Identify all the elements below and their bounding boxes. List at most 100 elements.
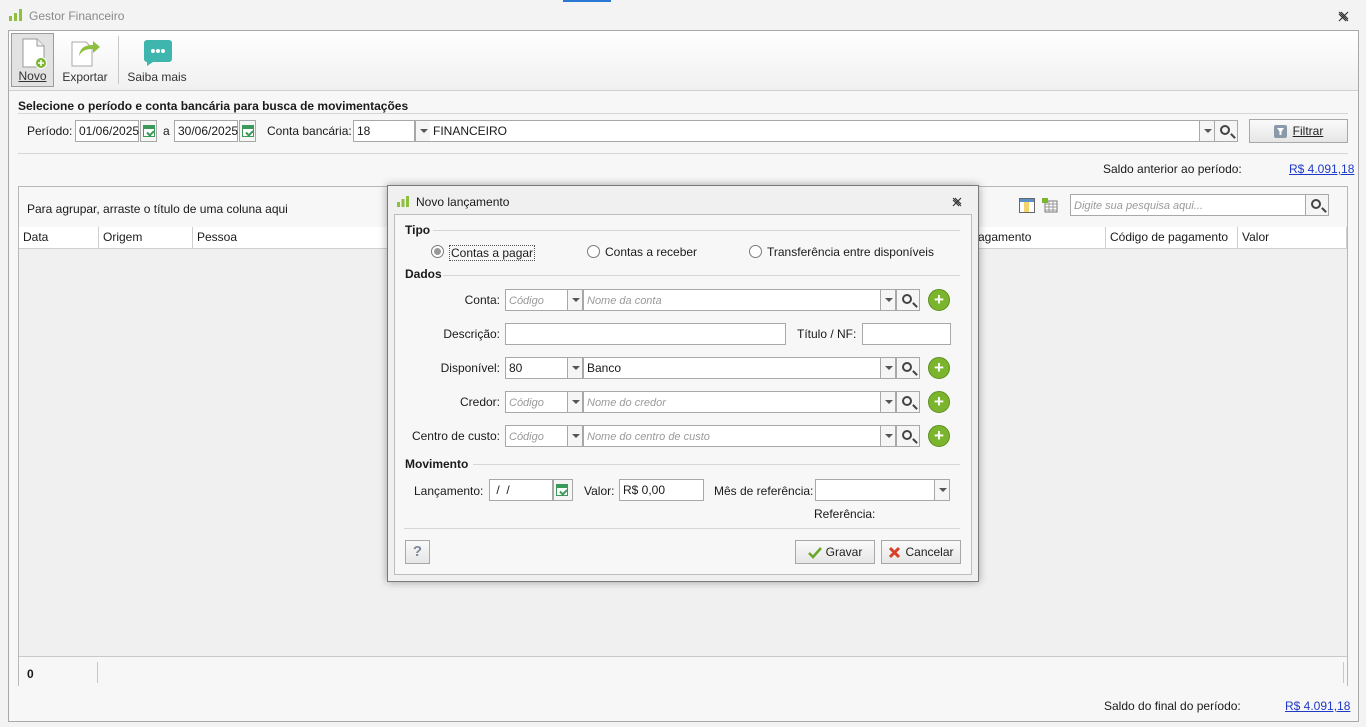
disponivel-add-button[interactable]: +	[928, 357, 950, 379]
novo-button[interactable]: Novo	[11, 33, 54, 87]
disponivel-codigo-dropdown[interactable]	[567, 357, 583, 379]
calendar-icon	[242, 125, 254, 137]
lancamento-date-input[interactable]: / /	[489, 479, 553, 501]
exportar-button[interactable]: Exportar	[60, 33, 110, 87]
centro-codigo-input[interactable]: Código	[505, 425, 568, 447]
dialog-title: Novo lançamento	[416, 195, 510, 209]
conta-search-button[interactable]	[1214, 120, 1238, 142]
search-icon	[902, 294, 912, 304]
credor-add-button[interactable]: +	[928, 391, 950, 413]
grid-search-input[interactable]: Digite sua pesquisa aqui...	[1070, 194, 1306, 216]
conta-add-button[interactable]: +	[928, 289, 950, 311]
credor-codigo-input[interactable]: Código	[505, 391, 568, 413]
active-tab-accent	[563, 0, 611, 2]
grid-layout-icon[interactable]	[1042, 198, 1058, 213]
filtrar-button[interactable]: Filtrar	[1249, 119, 1348, 143]
conta-code-input[interactable]: 18	[353, 120, 415, 142]
codigo-placeholder: Código	[509, 431, 544, 443]
date-to-calendar-button[interactable]	[239, 120, 256, 142]
conta-search-button[interactable]	[896, 289, 920, 311]
dados-section-title: Dados	[405, 267, 442, 281]
grid-footer	[19, 656, 1347, 686]
radio-transferencia-label[interactable]: Transferência entre disponíveis	[767, 245, 934, 259]
conta-name-dropdown[interactable]	[1199, 120, 1215, 142]
saldo-final-value[interactable]: R$ 4.091,18	[1285, 699, 1350, 713]
credor-nome-dropdown[interactable]	[880, 391, 896, 413]
export-icon	[71, 41, 100, 67]
cancelar-button[interactable]: Cancelar	[881, 540, 961, 564]
column-origem[interactable]: Origem	[99, 227, 193, 249]
conta-name-input[interactable]: FINANCEIRO	[430, 120, 1200, 142]
help-button[interactable]: ?	[405, 540, 430, 564]
lancamento-calendar-button[interactable]	[553, 479, 573, 501]
centro-nome-dropdown[interactable]	[880, 425, 896, 447]
search-icon	[902, 362, 912, 372]
record-count: 0	[27, 667, 34, 681]
conta-nome-input[interactable]: Nome da conta	[583, 289, 881, 311]
app-logo-icon	[9, 9, 22, 21]
column-chooser-icon[interactable]	[1019, 198, 1035, 213]
disponivel-search-button[interactable]	[896, 357, 920, 379]
search-icon	[902, 396, 912, 406]
mes-referencia-select[interactable]	[815, 479, 935, 501]
grid-search-button[interactable]	[1305, 194, 1329, 216]
column-data[interactable]: Data	[19, 227, 99, 249]
dialog-close-icon[interactable]	[952, 197, 962, 207]
date-from-input[interactable]: 01/06/2025	[75, 120, 139, 142]
grid-search-placeholder: Digite sua pesquisa aqui...	[1074, 200, 1204, 212]
mes-referencia-dropdown[interactable]	[934, 479, 950, 501]
saiba-mais-button[interactable]: Saiba mais	[124, 33, 190, 87]
conta-codigo-dropdown[interactable]	[567, 289, 583, 311]
search-panel-title: Selecione o período e conta bancária par…	[18, 99, 409, 113]
centro-custo-label: Centro de custo:	[411, 429, 500, 443]
disponivel-nome-dropdown[interactable]	[880, 357, 896, 379]
radio-contas-a-pagar-label[interactable]: Contas a pagar	[449, 245, 536, 261]
periodo-label: Período:	[27, 124, 73, 138]
conta-nome-placeholder: Nome da conta	[587, 295, 662, 307]
divider	[18, 113, 1348, 114]
disponivel-nome-input[interactable]: Banco	[583, 357, 881, 379]
descricao-input[interactable]	[505, 323, 786, 345]
conta-nome-dropdown[interactable]	[880, 289, 896, 311]
descricao-label: Descrição:	[443, 327, 500, 341]
column-valor[interactable]: Valor	[1238, 227, 1347, 249]
centro-codigo-dropdown[interactable]	[567, 425, 583, 447]
credor-nome-input[interactable]: Nome do credor	[583, 391, 881, 413]
calendar-icon	[143, 125, 155, 137]
date-to-input[interactable]: 30/06/2025	[174, 120, 238, 142]
column-codigo-pagamento[interactable]: Código de pagamento	[1106, 227, 1238, 249]
saldo-anterior-value[interactable]: R$ 4.091,18	[1289, 162, 1354, 176]
disponivel-label: Disponível:	[440, 361, 500, 375]
valor-input[interactable]: R$ 0,00	[619, 479, 704, 501]
titulo-nf-input[interactable]	[862, 323, 951, 345]
exportar-label: Exportar	[62, 70, 108, 84]
help-icon: ?	[412, 543, 423, 560]
cancel-x-icon	[889, 547, 901, 559]
credor-search-button[interactable]	[896, 391, 920, 413]
column-forma-pagamento[interactable]: agamento	[978, 227, 1106, 249]
column-pessoa[interactable]: Pessoa	[193, 227, 389, 249]
centro-search-button[interactable]	[896, 425, 920, 447]
footer-separator	[1343, 662, 1344, 683]
disponivel-codigo-input[interactable]: 80	[505, 357, 568, 379]
radio-contas-a-receber-label[interactable]: Contas a receber	[605, 245, 697, 259]
conta-code-dropdown[interactable]	[415, 120, 431, 142]
centro-nome-input[interactable]: Nome do centro de custo	[583, 425, 881, 447]
filter-icon	[1273, 125, 1287, 139]
titulo-nf-label: Título / NF:	[797, 327, 857, 341]
radio-transferencia[interactable]	[749, 245, 762, 258]
radio-contas-a-pagar[interactable]	[431, 245, 444, 258]
gravar-button[interactable]: Gravar	[795, 540, 875, 564]
conta-codigo-input[interactable]: Código	[505, 289, 568, 311]
close-icon[interactable]	[1338, 11, 1349, 22]
codigo-placeholder: Código	[509, 295, 544, 307]
radio-contas-a-receber[interactable]	[587, 245, 600, 258]
plus-icon: +	[934, 392, 944, 411]
centro-add-button[interactable]: +	[928, 425, 950, 447]
calendar-icon	[556, 484, 568, 496]
divider	[443, 275, 960, 276]
date-from-calendar-button[interactable]	[140, 120, 157, 142]
checkmark-icon	[807, 546, 822, 559]
credor-codigo-dropdown[interactable]	[567, 391, 583, 413]
referencia-label: Referência:	[814, 507, 876, 521]
